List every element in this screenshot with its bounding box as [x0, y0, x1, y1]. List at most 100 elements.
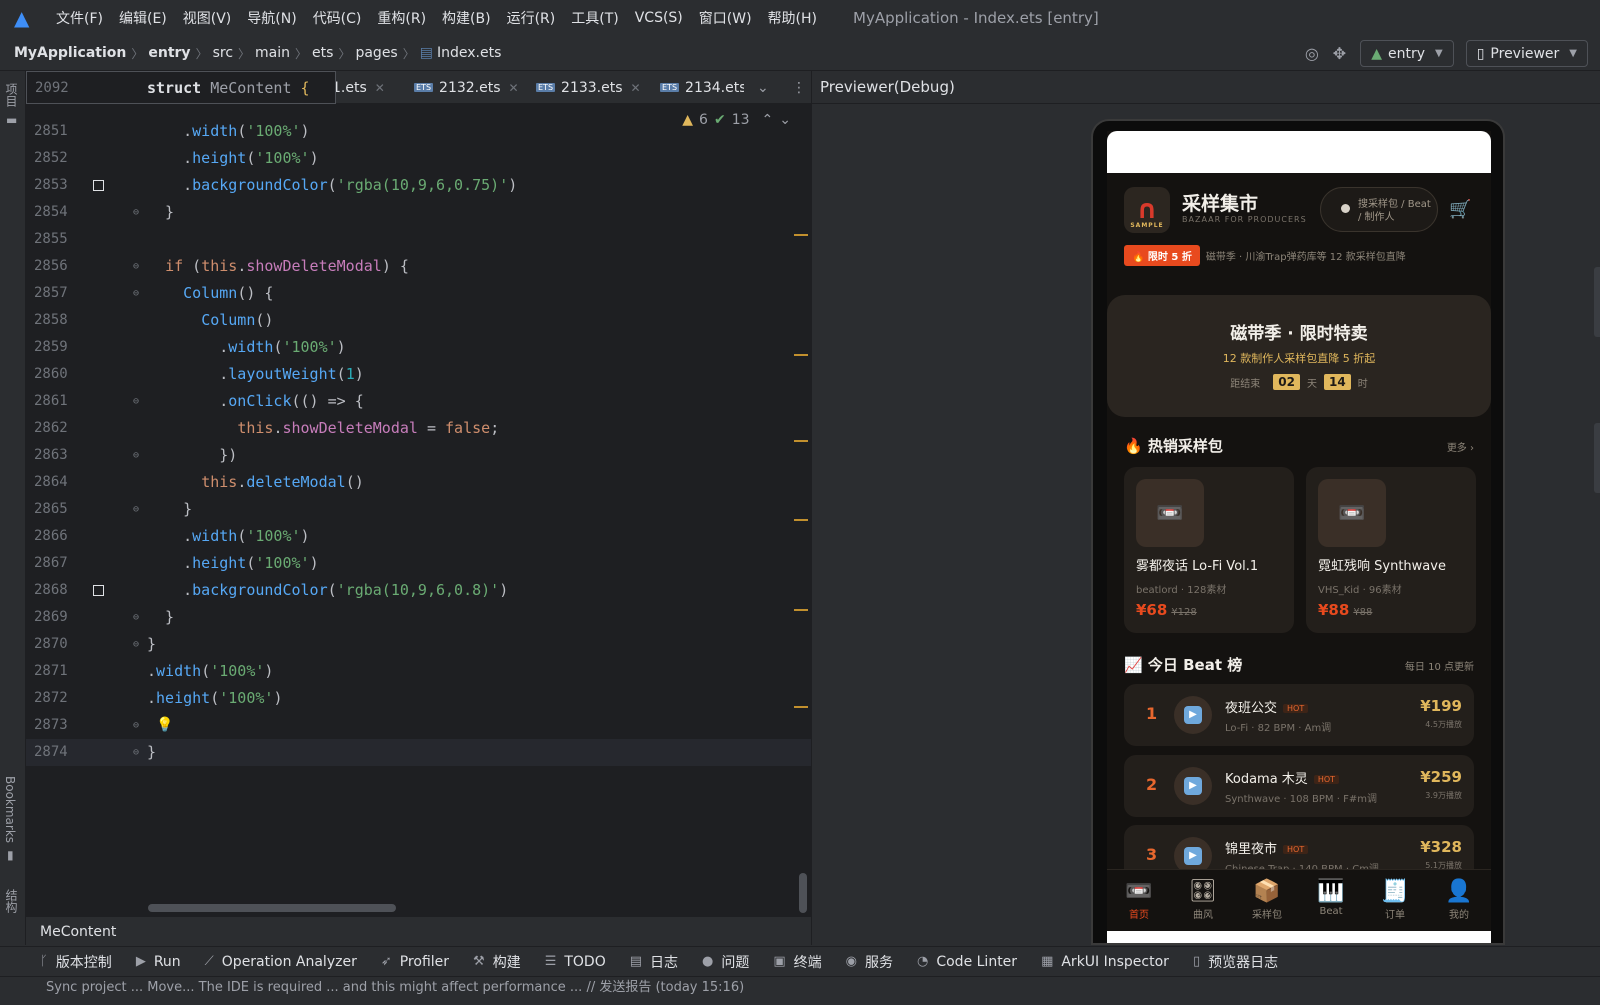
warning-marker[interactable]: [794, 234, 808, 236]
lightbulb-icon[interactable]: 💡: [156, 712, 173, 739]
code-line[interactable]: 2853 .backgroundColor('rgba(10,9,6,0.75)…: [26, 172, 811, 199]
next-highlight-icon[interactable]: ⌄: [779, 112, 791, 128]
code-line[interactable]: 2868 .backgroundColor('rgba(10,9,6,0.8)'…: [26, 577, 811, 604]
horizontal-scrollbar[interactable]: [148, 904, 396, 912]
menu-run[interactable]: 运行(R): [499, 8, 564, 28]
code-line[interactable]: 2865 ⊖ }: [26, 496, 811, 523]
run-config-selector[interactable]: ▯ Previewer ▼: [1465, 40, 1588, 67]
nav-packs[interactable]: 📦 采样包: [1235, 870, 1299, 931]
deveco-logo-icon[interactable]: ▲: [14, 7, 36, 29]
tool-arkui-inspector[interactable]: ▦ ArkUI Inspector: [1041, 954, 1169, 970]
inspection-indicator[interactable]: ▲ 6 ✔ 13 ⌃ ⌄: [682, 112, 797, 128]
code-line[interactable]: 2862 this.showDeleteModal = false;: [26, 415, 811, 442]
sticky-scope-header[interactable]: 2092 struct MeContent {: [26, 71, 336, 104]
code-line[interactable]: 2871 .width('100%'): [26, 658, 811, 685]
menu-view[interactable]: 视图(V): [175, 8, 240, 28]
fold-icon[interactable]: ⊖: [133, 442, 139, 469]
search-input[interactable]: 搜采样包 / Beat / 制作人: [1320, 187, 1438, 232]
line-number[interactable]: 2866: [34, 523, 84, 550]
menu-refactor[interactable]: 重构(R): [369, 8, 434, 28]
promo-strip[interactable]: 🔥 限时 5 折 磁带季 · 川渝Trap弹药库等 12 款采样包直降: [1124, 245, 1406, 266]
more-options-icon[interactable]: ⋮: [792, 71, 806, 104]
warning-marker[interactable]: [794, 519, 808, 521]
cart-icon[interactable]: 🛒: [1449, 199, 1471, 220]
crumb-ets[interactable]: ets: [312, 45, 333, 61]
nav-genre[interactable]: 🎛 曲风: [1171, 870, 1235, 931]
code-line[interactable]: 2866 .width('100%'): [26, 523, 811, 550]
crumb-module[interactable]: entry: [148, 45, 190, 61]
tool-problems[interactable]: ● 问题: [702, 952, 749, 972]
structure-tool-tab[interactable]: 结构: [3, 889, 20, 913]
code-line[interactable]: 2873 ⊖ 💡: [26, 712, 811, 739]
menu-file[interactable]: 文件(F): [48, 8, 111, 28]
fold-icon[interactable]: ⊖: [133, 631, 139, 658]
fold-icon[interactable]: ⊖: [133, 253, 139, 280]
tool-operation-analyzer[interactable]: ⟋ Operation Analyzer: [205, 954, 357, 970]
code-line[interactable]: 2867 .height('100%'): [26, 550, 811, 577]
nav-beat[interactable]: 🎹 Beat: [1299, 870, 1363, 931]
warning-marker[interactable]: [794, 440, 808, 442]
code-line[interactable]: 2859 .width('100%'): [26, 334, 811, 361]
menu-build[interactable]: 构建(B): [434, 8, 499, 28]
line-number[interactable]: 2862: [34, 415, 84, 442]
line-number[interactable]: 2863: [34, 442, 84, 469]
menu-help[interactable]: 帮助(H): [760, 8, 825, 28]
menu-code[interactable]: 代码(C): [305, 8, 370, 28]
play-button[interactable]: ▶: [1174, 767, 1212, 805]
tool-previewer-log[interactable]: ▯ 预览器日志: [1193, 952, 1278, 972]
tool-profiler[interactable]: ➶ Profiler: [381, 954, 449, 970]
nav-home[interactable]: 📼 首页: [1107, 870, 1171, 931]
fold-icon[interactable]: ⊖: [133, 739, 139, 766]
line-number[interactable]: 2868: [34, 577, 84, 604]
device-manager-icon[interactable]: ✥: [1333, 44, 1346, 63]
tool-code-linter[interactable]: ◔ Code Linter: [917, 954, 1017, 970]
line-number[interactable]: 2865: [34, 496, 84, 523]
tab-file-2133[interactable]: ETS 2133.ets ✕: [536, 71, 641, 104]
code-line[interactable]: 2854 ⊖ }: [26, 199, 811, 226]
previewer-side-handle[interactable]: [1594, 423, 1600, 493]
bookmarks-tool-tab[interactable]: Bookmarks: [3, 776, 17, 843]
code-line[interactable]: 2852 .height('100%'): [26, 145, 811, 172]
line-number[interactable]: 2852: [34, 145, 84, 172]
line-number[interactable]: 2872: [34, 685, 84, 712]
nav-orders[interactable]: 🧾 订单: [1363, 870, 1427, 931]
line-number[interactable]: 2869: [34, 604, 84, 631]
nav-profile[interactable]: 👤 我的: [1427, 870, 1491, 931]
code-line[interactable]: 2861 ⊖ .onClick(() => {: [26, 388, 811, 415]
menu-navigate[interactable]: 导航(N): [239, 8, 304, 28]
code-line[interactable]: 2856 ⊖ if (this.showDeleteModal) {: [26, 253, 811, 280]
status-bar-message[interactable]: Sync project ... Move... The IDE is requ…: [0, 976, 1600, 1005]
line-number[interactable]: 2867: [34, 550, 84, 577]
code-line[interactable]: 2860 .layoutWeight(1): [26, 361, 811, 388]
bookmark-icon[interactable]: ▮: [7, 848, 14, 862]
line-number[interactable]: 2874: [34, 739, 84, 766]
tool-version-control[interactable]: ᚴ 版本控制: [40, 952, 112, 972]
code-line[interactable]: 2857 ⊖ Column() {: [26, 280, 811, 307]
line-number[interactable]: 2860: [34, 361, 84, 388]
line-number[interactable]: 2861: [34, 388, 84, 415]
menu-edit[interactable]: 编辑(E): [111, 8, 175, 28]
crumb-file[interactable]: ▤ Index.ets: [420, 45, 502, 61]
fold-icon[interactable]: ⊖: [133, 604, 139, 631]
warning-marker[interactable]: [794, 609, 808, 611]
line-number[interactable]: 2857: [34, 280, 84, 307]
sale-banner[interactable]: 磁带季 · 限时特卖 12 款制作人采样包直降 5 折起 距结束 02 天 14…: [1107, 295, 1491, 417]
line-number[interactable]: 2856: [34, 253, 84, 280]
structure-breadcrumb[interactable]: MeContent: [26, 916, 811, 946]
vertical-scrollbar[interactable]: [799, 873, 807, 913]
hot-packs-more-link[interactable]: 更多 ›: [1447, 439, 1474, 454]
line-number[interactable]: 2873: [34, 712, 84, 739]
close-icon[interactable]: ✕: [375, 81, 385, 95]
line-number[interactable]: 2853: [34, 172, 84, 199]
line-number[interactable]: 2858: [34, 307, 84, 334]
code-line[interactable]: 2870 ⊖}: [26, 631, 811, 658]
line-number[interactable]: 2864: [34, 469, 84, 496]
tab-file-2134[interactable]: ETS 2134.ets: [660, 71, 744, 104]
device-frame[interactable]: ∩ SAMPLE 采样集市 BAZAAR FOR PRODUCERS 搜采样包 /…: [1091, 119, 1505, 945]
code-line[interactable]: 2855: [26, 226, 811, 253]
menu-vcs[interactable]: VCS(S): [627, 10, 691, 26]
code-line[interactable]: 2858 Column(): [26, 307, 811, 334]
code-line[interactable]: 2869 ⊖ }: [26, 604, 811, 631]
project-tool-tab[interactable]: 项目: [3, 83, 20, 107]
code-line[interactable]: 2864 this.deleteModal(): [26, 469, 811, 496]
